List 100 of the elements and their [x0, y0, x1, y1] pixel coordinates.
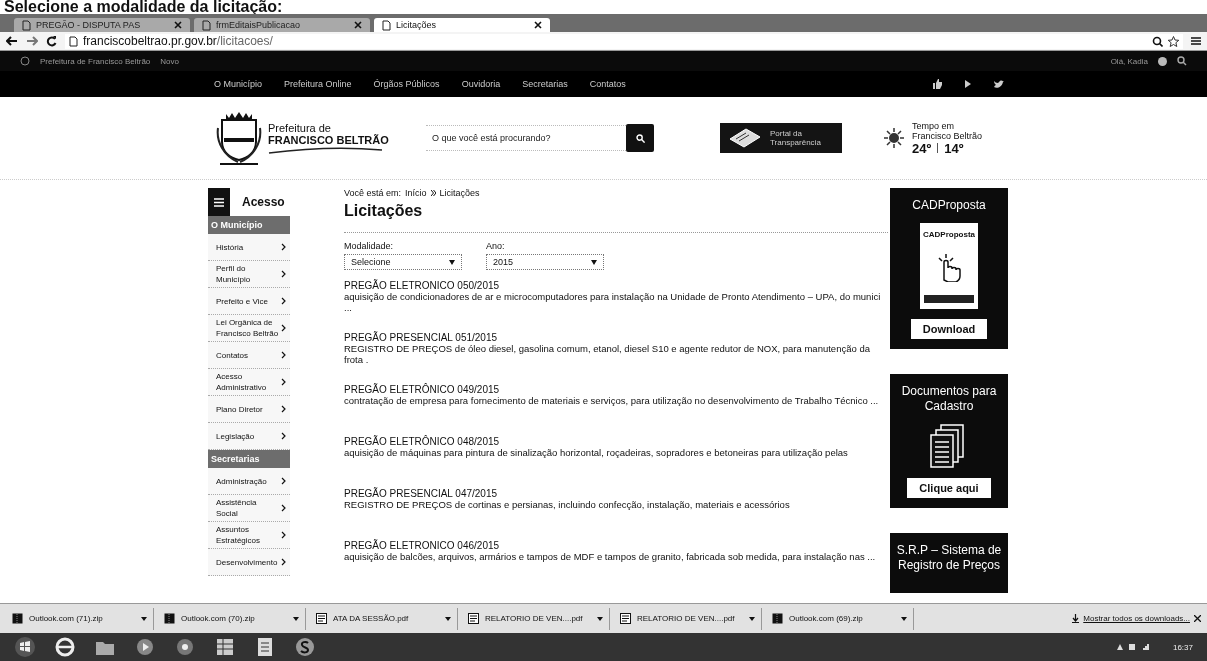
banner-card[interactable]: S.R.P – Sistema de Registro de Preços: [890, 533, 1008, 593]
sidebar-item[interactable]: Prefeito e Vice: [208, 288, 290, 315]
close-icon[interactable]: [534, 21, 542, 29]
address-field[interactable]: franciscobeltrao.pr.gov.br/licitacoes/: [65, 33, 1183, 49]
tender-description: contratação de empresa para fornecimento de materiais e serviços, para utilização no desenvolvimento de Trabalho Técnico ...: [344, 395, 880, 406]
download-item[interactable]: Outlook.com (71).zip: [6, 607, 154, 630]
nav-link[interactable]: Ouvidoria: [461, 79, 501, 89]
url-text: franciscobeltrao.pr.gov.br/licitacoes/: [83, 34, 274, 48]
tender-title[interactable]: PREGÃO ELETRÔNICO 048/2015: [344, 436, 888, 447]
chevron-icon: [281, 324, 286, 332]
download-item[interactable]: ATA DA SESSÃO.pdf: [310, 607, 458, 630]
browser-tab[interactable]: frmEditaisPublicacao: [194, 18, 370, 32]
user-greeting[interactable]: Olá, Kadia: [1110, 56, 1148, 66]
chevron-icon: [281, 270, 286, 278]
download-icon: [1072, 614, 1080, 623]
breadcrumb-link[interactable]: Início: [405, 188, 427, 198]
tender-description: aquisição de balcões, arquivos, armários e tampos de MDF e tampos de granito, fabricada sob medida, para instalação nas ...: [344, 551, 877, 562]
back-icon[interactable]: [6, 36, 18, 46]
close-icon[interactable]: [174, 21, 182, 29]
weather-label: Tempo em Francisco Beltrão: [912, 120, 984, 141]
chevron-icon: [281, 531, 286, 539]
sidebar-item[interactable]: Perfil do Município: [208, 261, 290, 288]
play-icon[interactable]: [964, 79, 972, 89]
nav-link[interactable]: Secretarias: [522, 79, 568, 89]
close-icon[interactable]: [1194, 615, 1201, 622]
tender-description: REGISTRO DE PREÇOS de óleo diesel, gasolina comum, etanol, diesel S10 e agente redutor de NOX, para manutenção da frota .: [344, 343, 871, 365]
admin-link[interactable]: Prefeitura de Francisco Beltrão: [40, 56, 151, 66]
banner-button[interactable]: Clique aqui: [907, 478, 991, 498]
download-item[interactable]: Outlook.com (69).zip: [766, 607, 914, 630]
sidebar-item[interactable]: Contatos: [208, 342, 290, 369]
page-icon: [22, 19, 31, 31]
spreadsheet-icon[interactable]: [214, 636, 236, 658]
caret-icon: [449, 259, 455, 265]
nav-link[interactable]: Prefeitura Online: [284, 79, 352, 89]
breadcrumb-link[interactable]: Licitações: [439, 188, 480, 198]
download-item[interactable]: RELATORIO DE VEN....pdf: [614, 607, 762, 630]
nav-link[interactable]: Órgãos Públicos: [373, 79, 440, 89]
chevron-icon: [281, 432, 286, 440]
archive-icon: [772, 613, 783, 624]
browser-icon[interactable]: [54, 636, 76, 658]
sidebar-item[interactable]: Acesso Administrativo: [208, 369, 290, 396]
sidebar-item[interactable]: Administração: [208, 468, 290, 495]
sidebar-item[interactable]: Assuntos Estratégicos: [208, 522, 290, 549]
banner-title: CADProposta: [912, 198, 986, 213]
dropdown[interactable]: 2015: [486, 254, 604, 270]
sidebar-item[interactable]: História: [208, 234, 290, 261]
nav-link[interactable]: O Município: [214, 79, 263, 89]
filter-label: Ano:: [486, 241, 506, 251]
star-icon[interactable]: [1168, 35, 1179, 47]
banner-card[interactable]: CADProposta CADProposta Download: [890, 188, 1008, 349]
tender-title[interactable]: PREGÃO ELETRONICO 046/2015: [344, 540, 888, 551]
start-icon[interactable]: [14, 636, 36, 658]
page-icon: [202, 19, 211, 31]
thumbs-up-icon[interactable]: [932, 79, 942, 89]
banner-title: S.R.P – Sistema de Registro de Preços: [896, 543, 1002, 573]
search-button[interactable]: [626, 124, 654, 152]
download-item[interactable]: Outlook.com (70).zip: [158, 607, 306, 630]
chevron-icon: [281, 558, 286, 566]
section-heading: Secretarias: [208, 450, 290, 468]
sidebar-item[interactable]: Plano Diretor: [208, 396, 290, 423]
tender-title[interactable]: PREGÃO PRESENCIAL 051/2015: [344, 332, 888, 343]
filter-label: Modalidade:: [344, 241, 395, 251]
media-player-icon[interactable]: [134, 636, 156, 658]
zoom-icon[interactable]: [1152, 35, 1163, 47]
tender-title[interactable]: PREGÃO PRESENCIAL 047/2015: [344, 488, 888, 499]
portal-label: Portal da: [770, 129, 804, 138]
banner-button[interactable]: Download: [910, 319, 988, 339]
dropdown[interactable]: Selecione: [344, 254, 462, 270]
chevron-icon: [281, 351, 286, 359]
banner-card[interactable]: Documentos para Cadastro Clique aqui: [890, 374, 1008, 508]
admin-link[interactable]: Novo: [160, 56, 179, 66]
browser-tab[interactable]: Licitações: [374, 18, 550, 32]
search-field[interactable]: O que você está procurando?: [426, 125, 626, 151]
caret-icon: [293, 616, 299, 621]
sidebar-item[interactable]: Assistência Social: [208, 495, 290, 522]
page-icon: [382, 19, 391, 31]
portal-label: Transparência: [770, 138, 821, 147]
menu-icon[interactable]: [1191, 36, 1201, 46]
chevron-icon: [281, 378, 286, 386]
search-icon[interactable]: [1177, 56, 1187, 66]
chevron-icon: [281, 477, 286, 485]
forward-icon[interactable]: [26, 36, 38, 46]
tender-title[interactable]: PREGÃO ELETRÔNICO 049/2015: [344, 384, 888, 395]
archive-icon: [164, 613, 175, 624]
download-item[interactable]: RELATORIO DE VEN....pdf: [462, 607, 610, 630]
chevron-icon: [281, 504, 286, 512]
sidebar-item[interactable]: Legislação: [208, 423, 290, 450]
brand-city: FRANCISCO BELTRÃO: [268, 134, 389, 146]
max-temperature: 24º: [912, 140, 932, 156]
tender-title[interactable]: PREGÃO ELETRONICO 050/2015: [344, 280, 888, 291]
transparency-portal-button[interactable]: Portal da Transparência: [720, 123, 842, 153]
show-all-downloads-link[interactable]: Mostrar todos os downloads...: [1072, 614, 1190, 623]
close-icon[interactable]: [354, 21, 362, 29]
sidebar-item[interactable]: Desenvolvimento: [208, 549, 290, 576]
menu-icon[interactable]: [208, 188, 230, 216]
bird-icon[interactable]: [994, 79, 1004, 89]
sidebar-item[interactable]: Lei Orgânica de Francisco Beltrão: [208, 315, 290, 342]
browser-tab[interactable]: PREGÃO - DISPUTA PAS: [14, 18, 190, 32]
nav-link[interactable]: Contatos: [589, 79, 626, 89]
reload-icon[interactable]: [46, 35, 57, 47]
